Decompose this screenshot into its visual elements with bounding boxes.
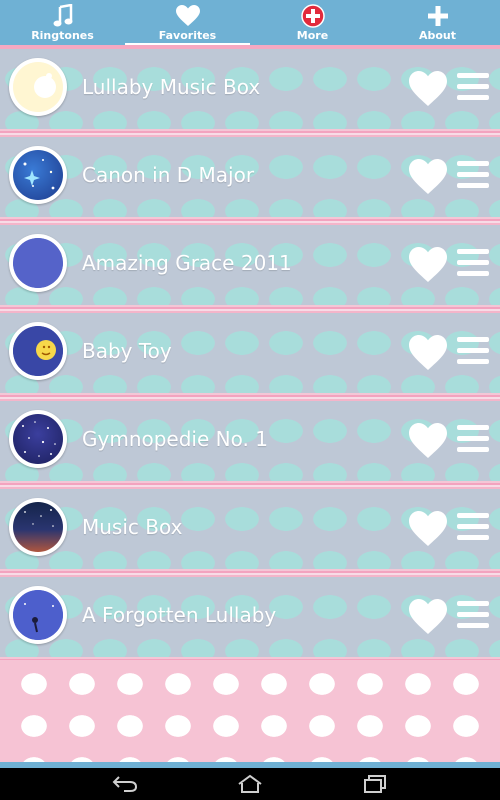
row-divider — [0, 129, 500, 137]
song-title: Baby Toy — [82, 339, 172, 363]
menu-icon[interactable] — [457, 249, 489, 281]
tab-about[interactable]: About — [375, 0, 500, 45]
row-divider — [0, 305, 500, 313]
song-title: Gymnopedie No. 1 — [82, 427, 268, 451]
menu-icon[interactable] — [457, 601, 489, 633]
song-title: Music Box — [82, 515, 183, 539]
menu-icon[interactable] — [457, 425, 489, 457]
row-divider — [0, 393, 500, 401]
heart-icon — [175, 3, 200, 29]
list-item[interactable]: Music Box — [0, 489, 500, 569]
music-note-icon — [52, 3, 74, 29]
favorite-heart-icon[interactable] — [409, 159, 447, 195]
menu-icon[interactable] — [457, 337, 489, 369]
tab-ringtones[interactable]: Ringtones — [0, 0, 125, 45]
empty-background — [0, 660, 500, 765]
song-title: Amazing Grace 2011 — [82, 251, 292, 275]
row-divider — [0, 569, 500, 577]
favorite-heart-icon[interactable] — [409, 247, 447, 283]
plus-circle-icon — [300, 3, 325, 29]
menu-icon[interactable] — [457, 161, 489, 193]
favorite-heart-icon[interactable] — [409, 71, 447, 107]
tab-label: Ringtones — [31, 29, 94, 42]
tab-bar: Ringtones Favorites More About — [0, 0, 500, 46]
favorite-heart-icon[interactable] — [409, 335, 447, 371]
list-item[interactable]: A Forgotten Lullaby — [0, 577, 500, 657]
recent-apps-icon[interactable] — [360, 774, 390, 794]
tab-more[interactable]: More — [250, 0, 375, 45]
favorites-list: Lullaby Music Box Canon in D Major Amazi… — [0, 49, 500, 665]
row-divider — [0, 481, 500, 489]
plus-icon — [427, 3, 449, 29]
moon-fairy-icon — [9, 586, 67, 644]
system-nav-bar — [0, 768, 500, 800]
tab-label: Favorites — [158, 29, 217, 42]
home-icon[interactable] — [235, 774, 265, 794]
list-item[interactable]: Lullaby Music Box — [0, 49, 500, 129]
list-item[interactable]: Canon in D Major — [0, 137, 500, 217]
favorite-heart-icon[interactable] — [409, 599, 447, 635]
menu-icon[interactable] — [457, 73, 489, 105]
crescent-moon-icon — [9, 234, 67, 292]
list-item[interactable]: Baby Toy — [0, 313, 500, 393]
night-sky-icon — [9, 410, 67, 468]
song-title: Lullaby Music Box — [82, 75, 261, 99]
row-divider — [0, 217, 500, 225]
tab-favorites[interactable]: Favorites — [125, 0, 250, 46]
tab-label: More — [296, 29, 329, 42]
smiling-moon-icon — [9, 322, 67, 380]
list-item[interactable]: Amazing Grace 2011 — [0, 225, 500, 305]
dusk-sky-icon — [9, 498, 67, 556]
starry-sky-icon — [9, 146, 67, 204]
favorite-heart-icon[interactable] — [409, 511, 447, 547]
tab-label: About — [418, 29, 457, 42]
song-title: A Forgotten Lullaby — [82, 603, 277, 627]
back-icon[interactable] — [110, 774, 140, 794]
favorite-heart-icon[interactable] — [409, 423, 447, 459]
sleeping-moon-icon — [9, 58, 67, 116]
song-title: Canon in D Major — [82, 163, 255, 187]
menu-icon[interactable] — [457, 513, 489, 545]
list-item[interactable]: Gymnopedie No. 1 — [0, 401, 500, 481]
